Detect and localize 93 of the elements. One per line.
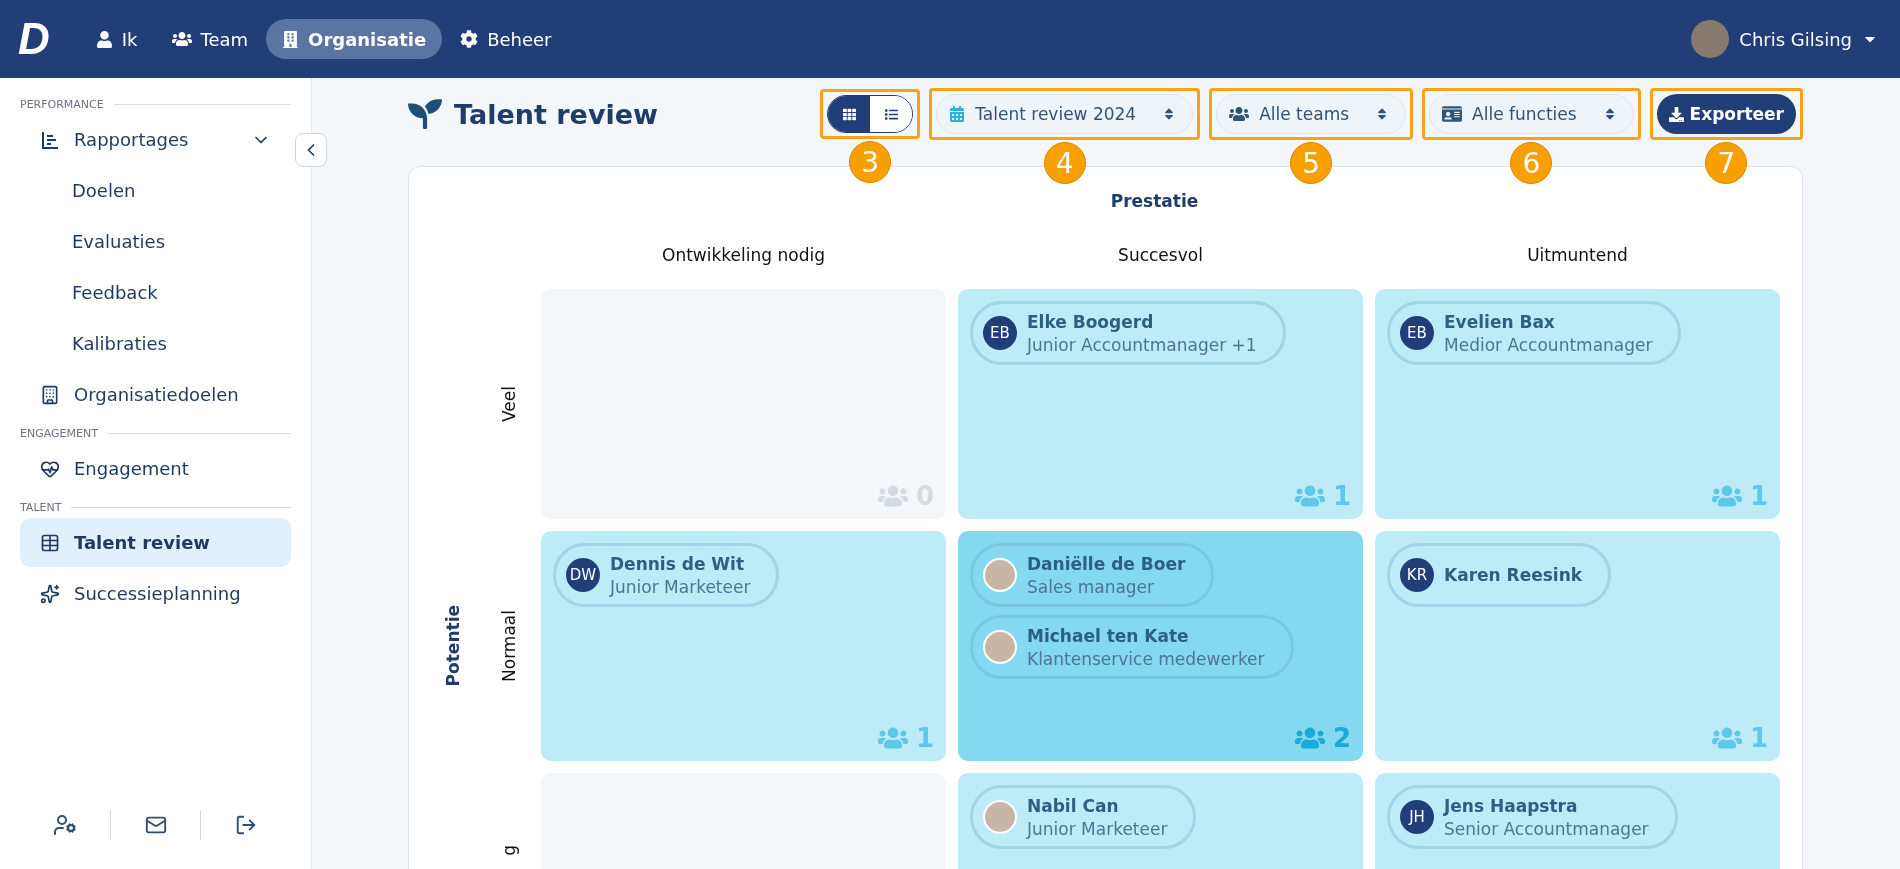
logo[interactable]: D [18,14,50,64]
person-role: Senior Accountmanager [1444,818,1649,839]
page-title: Talent review [454,98,658,130]
settings-icon [460,30,479,48]
sidebar-item[interactable]: Rapportages [20,115,291,164]
initials-avatar: EB [983,316,1017,350]
grid-view-button[interactable] [828,96,871,132]
initials-avatar: EB [1400,316,1434,350]
building-icon [40,384,60,405]
users-icon [1229,104,1250,124]
user-icon [95,30,113,48]
people-count: 1 [1332,481,1351,511]
section-heading: TALENT [20,501,62,514]
person-chip[interactable]: EB Evelien Bax Medior Accountmanager [1387,301,1682,365]
people-count: 1 [1749,481,1768,511]
sidebar-item[interactable]: Successieplanning [20,569,291,618]
person-name: Evelien Bax [1444,311,1556,332]
row-label: Normaal [499,610,519,682]
sidebar-item[interactable]: Doelen [20,166,291,215]
person-chip[interactable]: JH Jens Haapstra Senior Accountmanager [1387,785,1678,849]
sidebar-item[interactable]: Feedback [20,268,291,317]
callout-number: 5 [1290,142,1333,184]
filter-select[interactable]: Alle teams [1216,94,1407,134]
initials-avatar: KR [1400,558,1434,592]
filter-select[interactable]: Talent review 2024 [936,94,1194,134]
initials-avatar: DW [566,558,600,592]
person-chip[interactable]: Nabil Can Junior Marketeer [970,785,1197,849]
nav-tab[interactable]: Organisatie [266,19,443,59]
avatar-placeholder [983,558,1017,592]
avatar-placeholder[interactable] [1691,20,1730,58]
callout-number: 7 [1705,142,1748,184]
initials-avatar: JH [1400,800,1434,834]
nav-tab[interactable]: Team [155,19,265,59]
sidebar-item[interactable]: Kalibraties [20,319,291,368]
people-count: 1 [1749,723,1768,753]
mail-icon [144,814,167,836]
table-icon [40,532,60,553]
sidebar-item[interactable]: Talent review [20,518,291,567]
section-heading: ENGAGEMENT [20,427,98,440]
person-name: Daniëlle de Boer [1027,553,1186,574]
sprout-icon [408,97,442,131]
download-icon [1668,106,1684,122]
avatar-placeholder [983,800,1017,834]
person-role: Junior Marketeer [610,576,751,597]
person-chip[interactable]: Michael ten Kate Klantenservice medewerker [970,615,1294,679]
id-card-icon [1442,104,1463,124]
person-role: Sales manager [1027,576,1156,597]
people-count: 1 [915,723,934,753]
user-name[interactable]: Chris Gilsing [1739,28,1852,50]
column-header: Succesvol [1117,244,1204,267]
filter-select[interactable]: Alle functies [1429,94,1634,134]
grid-icon [842,107,856,121]
sidebar-item[interactable]: Organisatiedoelen [20,370,291,419]
person-role: Klantenservice medewerker [1027,648,1265,669]
callout-number: 3 [849,141,892,183]
column-header: Uitmuntend [1526,244,1629,267]
people-count: 2 [1332,723,1351,753]
section-heading: PERFORMANCE [20,98,104,111]
person-chip[interactable]: KR Karen Reesink [1387,543,1612,607]
person-name: Nabil Can [1027,795,1120,816]
avatar-placeholder [983,630,1017,664]
person-name: Jens Haapstra [1444,795,1579,816]
sidebar-item[interactable]: Engagement [20,444,291,493]
column-header: Ontwikkeling nodig [661,244,826,267]
person-name: Dennis de Wit [610,553,746,574]
callout-number: 4 [1043,142,1086,184]
person-role: Junior Accountmanager +1 [1027,334,1257,355]
person-name: Karen Reesink [1444,565,1583,585]
axis-title: Potentie [443,605,463,687]
nav-tab[interactable]: Ik [79,19,154,59]
row-label: Veel [499,386,519,422]
user-gear-icon [52,813,77,837]
row-label: g [499,845,519,856]
export-button[interactable]: Exporteer [1656,94,1796,134]
calendar-icon [949,106,966,122]
list-icon [884,107,898,121]
person-name: Elke Boogerd [1027,311,1155,332]
person-chip[interactable]: Daniëlle de Boer Sales manager [970,543,1215,607]
building-icon [282,30,300,48]
person-role: Medior Accountmanager [1444,334,1653,355]
sidebar-item[interactable]: Evaluaties [20,217,291,266]
axis-title: Prestatie [1109,191,1200,211]
nav-tab[interactable]: Beheer [444,19,568,59]
list-view-button[interactable] [870,96,913,132]
heart-pulse-icon [40,458,60,479]
bar-chart-icon [40,129,60,150]
sparkles-icon [40,583,60,604]
person-name: Michael ten Kate [1027,625,1190,646]
person-chip[interactable]: EB Elke Boogerd Junior Accountmanager +1 [970,301,1286,365]
person-role: Junior Marketeer [1027,818,1168,839]
callout-number: 6 [1510,142,1553,184]
logout-icon [235,814,258,836]
users-icon [171,29,192,49]
